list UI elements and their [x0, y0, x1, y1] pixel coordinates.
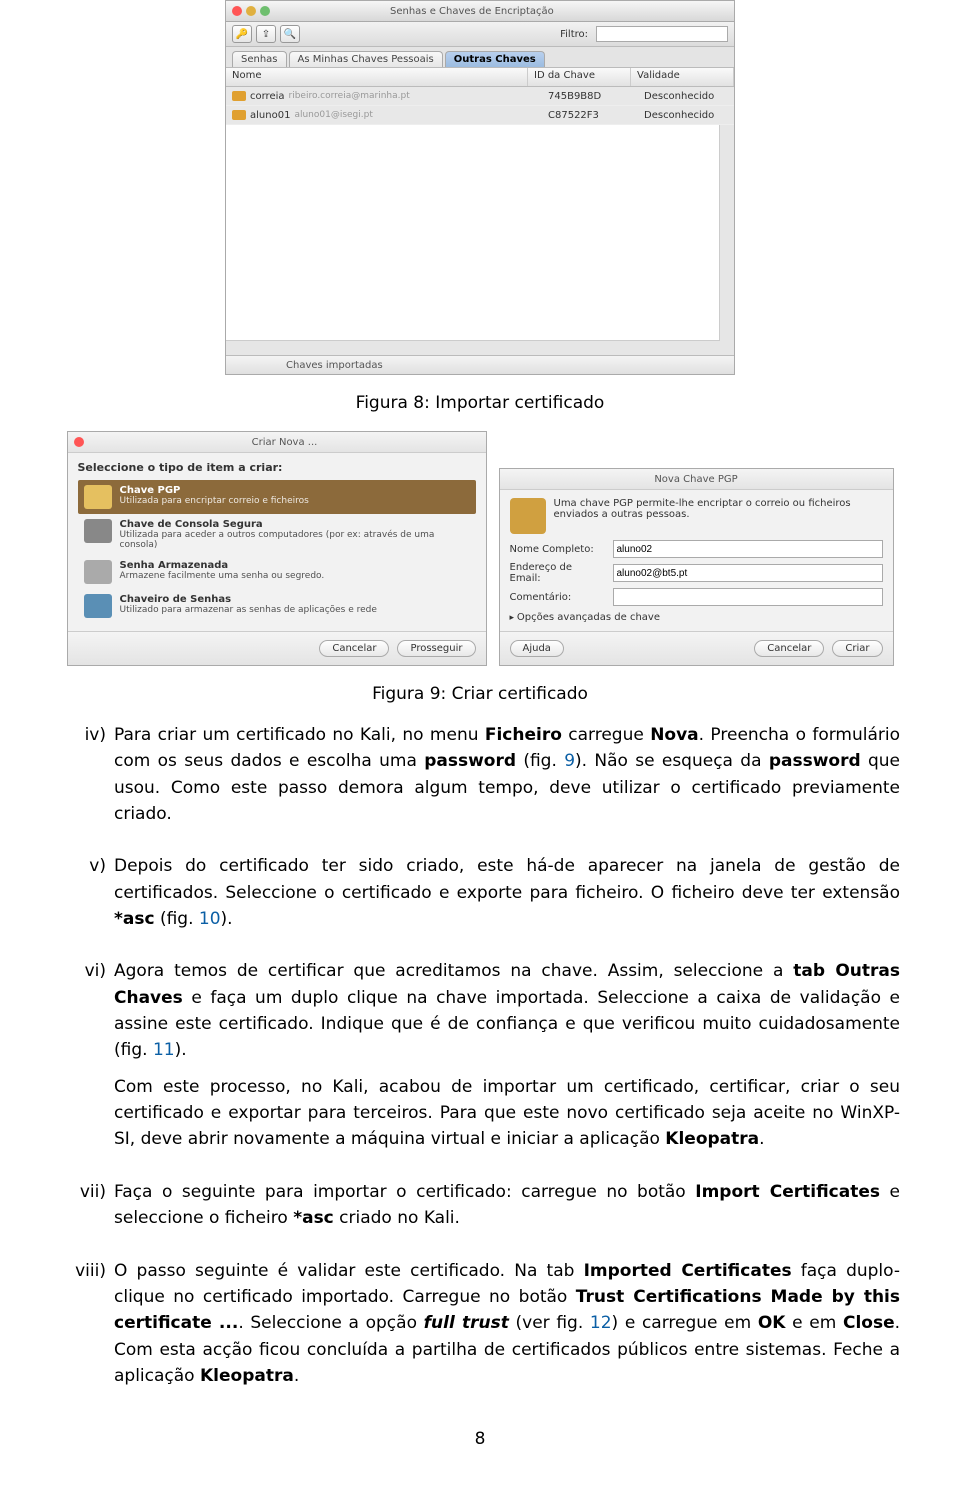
tab-passwords[interactable]: Senhas: [232, 51, 287, 67]
status-bar: Chaves importadas: [226, 355, 734, 374]
figure-caption-8: Figura 8: Importar certificado: [60, 393, 900, 413]
paragraph: O passo seguinte é validar este certific…: [114, 1258, 900, 1390]
window-titlebar: Senhas e Chaves de Encriptação: [226, 1, 734, 22]
create-button[interactable]: Criar: [832, 640, 882, 657]
tool-keys-icon[interactable]: 🔑: [232, 25, 252, 43]
option-pgp-key[interactable]: Chave PGPUtilizada para encriptar correi…: [78, 480, 476, 514]
list-item: vii) Faça o seguinte para importar o cer…: [60, 1179, 900, 1242]
filter-input[interactable]: [596, 26, 728, 42]
tool-export-icon[interactable]: ⇪: [256, 25, 276, 43]
list-item: viii) O passo seguinte é validar este ce…: [60, 1258, 900, 1400]
option-keyring[interactable]: Chaveiro de SenhasUtilizado para armazen…: [78, 589, 476, 623]
col-name[interactable]: Nome: [226, 68, 528, 86]
list-item: iv) Para criar um certificado no Kali, n…: [60, 722, 900, 837]
cancel-button[interactable]: Cancelar: [754, 640, 824, 657]
paragraph: Agora temos de certificar que acreditamo…: [114, 958, 900, 1063]
comment-input[interactable]: [613, 588, 883, 606]
paragraph: Faça o seguinte para importar o certific…: [114, 1179, 900, 1232]
col-id[interactable]: ID da Chave: [528, 68, 631, 86]
table-empty-area: [226, 125, 734, 355]
scrollbar-horizontal[interactable]: [226, 340, 720, 355]
advanced-toggle[interactable]: Opções avançadas de chave: [510, 612, 883, 623]
help-button[interactable]: Ajuda: [510, 640, 564, 657]
dialog-new-pgp: Nova Chave PGP Uma chave PGP permite-lhe…: [499, 468, 894, 666]
comment-label: Comentário:: [510, 592, 605, 603]
pgp-key-icon: [84, 485, 112, 509]
dialog-subtitle: Seleccione o tipo de item a criar:: [78, 461, 476, 474]
name-label: Nome Completo:: [510, 544, 605, 555]
table-row[interactable]: correia ribeiro.correia@marinha.pt 745B9…: [226, 87, 734, 106]
email-input[interactable]: [613, 564, 883, 582]
filter-label: Filtro:: [560, 29, 588, 40]
figure-caption-9: Figura 9: Criar certificado: [60, 684, 900, 704]
tab-other-keys[interactable]: Outras Chaves: [445, 51, 545, 67]
key-icon: [232, 91, 246, 101]
paragraph: Depois do certificado ter sido criado, e…: [114, 853, 900, 932]
cancel-button[interactable]: Cancelar: [319, 640, 389, 657]
maximize-icon[interactable]: [260, 6, 270, 16]
option-ssh-key[interactable]: Chave de Consola SeguraUtilizada para ac…: [78, 514, 476, 555]
close-icon[interactable]: [74, 437, 84, 447]
paragraph: Com este processo, no Kali, acabou de im…: [114, 1074, 900, 1153]
scrollbar-vertical[interactable]: [719, 125, 734, 355]
dialog-create-new: Criar Nova ... Seleccione o tipo de item…: [67, 431, 487, 666]
option-stored-password[interactable]: Senha ArmazenadaArmazene facilmente uma …: [78, 555, 476, 589]
email-label: Endereço de Email:: [510, 562, 605, 584]
lock-icon: [84, 560, 112, 584]
list-item: vi) Agora temos de certificar que acredi…: [60, 958, 900, 1162]
toolbar: 🔑 ⇪ 🔍 Filtro:: [226, 22, 734, 47]
close-icon[interactable]: [232, 6, 242, 16]
col-validity[interactable]: Validade: [631, 68, 734, 86]
tool-search-icon[interactable]: 🔍: [280, 25, 300, 43]
key-icon: [232, 110, 246, 120]
tab-my-keys[interactable]: As Minhas Chaves Pessoais: [289, 51, 443, 67]
page-number: 8: [60, 1429, 900, 1449]
table-header: Nome ID da Chave Validade: [226, 68, 734, 87]
window-title: Senhas e Chaves de Encriptação: [390, 6, 554, 17]
terminal-icon: [84, 519, 112, 543]
continue-button[interactable]: Prosseguir: [397, 640, 475, 657]
table-row[interactable]: aluno01 aluno01@isegi.pt C87522F3 Descon…: [226, 106, 734, 125]
folder-icon: [84, 594, 112, 618]
pgp-icon: [510, 498, 546, 534]
window-keys: Senhas e Chaves de Encriptação 🔑 ⇪ 🔍 Fil…: [225, 0, 735, 375]
paragraph: Para criar um certificado no Kali, no me…: [114, 722, 900, 827]
list-item: v) Depois do certificado ter sido criado…: [60, 853, 900, 942]
name-input[interactable]: [613, 540, 883, 558]
minimize-icon[interactable]: [246, 6, 256, 16]
tab-bar: Senhas As Minhas Chaves Pessoais Outras …: [226, 47, 734, 68]
